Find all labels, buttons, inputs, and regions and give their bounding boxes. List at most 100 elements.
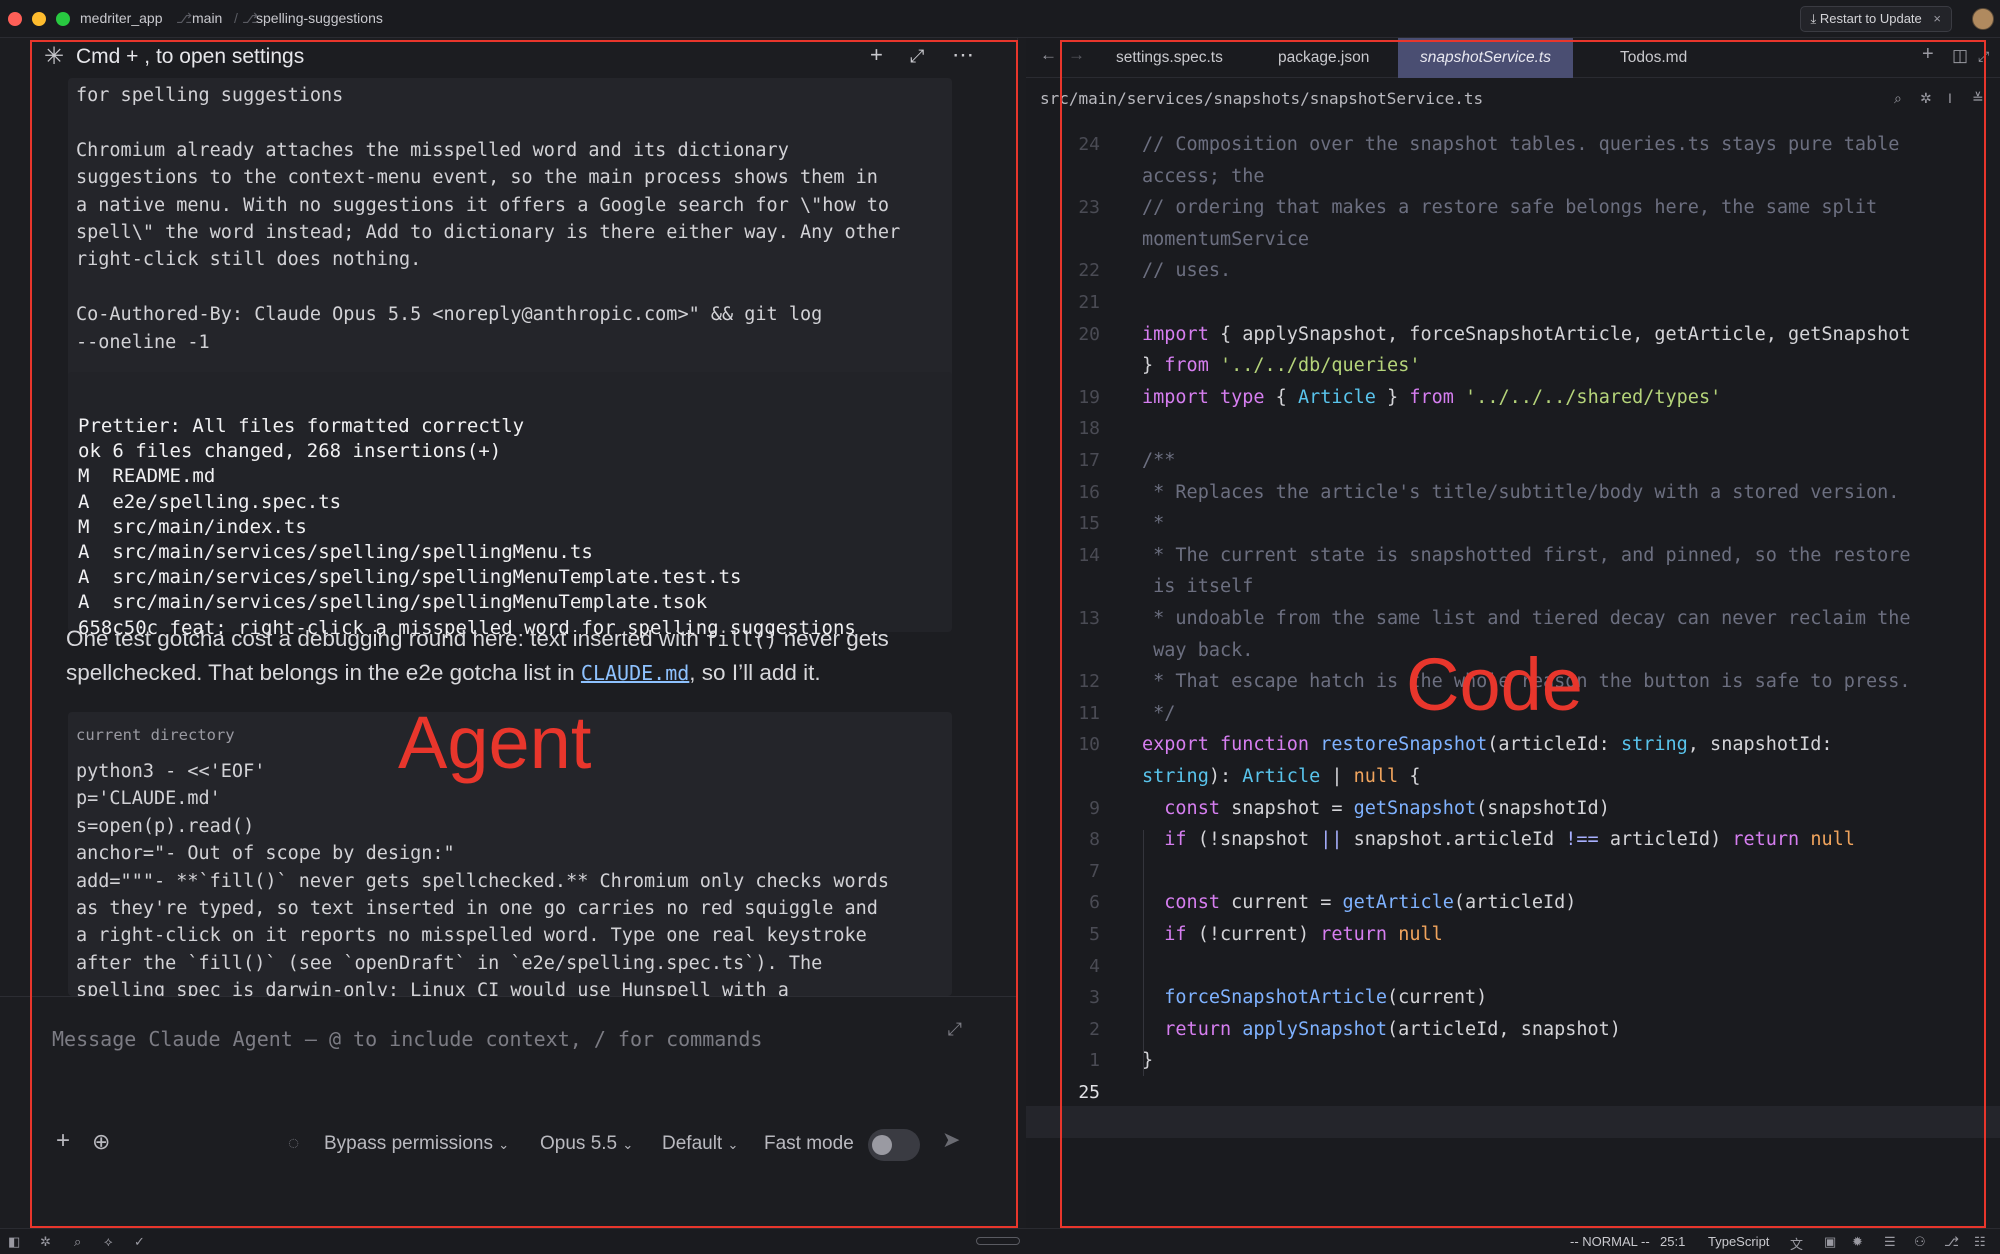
tab-todos[interactable]: Todos.md [1598,38,1709,78]
code-token: if [1164,829,1187,851]
chevron-down-icon: ⌄ [498,1137,510,1152]
code-token: // uses. [1142,260,1232,282]
worktree-name[interactable]: spelling-suggestions [256,10,383,26]
search-icon[interactable]: ⌕ [74,1234,81,1250]
line-number: 11 [1078,702,1100,724]
line-number: 22 [1078,260,1100,282]
search-icon[interactable]: ⌕ [1894,90,1902,107]
expand-icon[interactable]: ⤢ [910,46,924,67]
close-window-button[interactable] [8,12,22,26]
script-line: as they're typed, so text inserted in on… [76,898,878,920]
pane-resize-handle[interactable] [976,1237,1020,1245]
code-token: access; the [1142,165,1265,187]
line-number: 6 [1089,892,1100,914]
split-pane-icon[interactable]: ◫ [1952,46,1968,66]
line-number: 20 [1078,323,1100,345]
code-line: access; the [1142,166,1265,187]
commit-message-line [76,274,900,301]
branch-name[interactable]: main [192,10,222,26]
target-icon[interactable]: ⊕ [92,1129,110,1155]
language-mode[interactable]: TypeScript [1708,1234,1769,1249]
code-line: momentumService [1142,229,1309,250]
editor-pane: ← → settings.spec.ts package.json snapsh… [1026,38,2000,1228]
code-token: restoreSnapshot [1320,734,1488,756]
tab-package-json[interactable]: package.json [1256,38,1391,78]
code-line: if (!snapshot || snapshot.articleId !== … [1142,829,1855,850]
cursor-position[interactable]: 25:1 [1660,1234,1685,1249]
code-token: (snapshotId) [1476,797,1610,819]
mode-dropdown[interactable]: Default ⌄ [662,1133,738,1155]
sparkle-icon[interactable]: ✲ [40,1234,51,1250]
sparkle-icon[interactable]: ✲ [1920,90,1932,107]
expand-icon[interactable]: ⤢ [1978,48,1989,65]
code-token: forceSnapshotArticle [1164,987,1388,1009]
text-cursor-icon[interactable]: I [1948,90,1952,106]
forward-arrow-icon[interactable]: → [1068,45,1085,65]
code-token: is itself [1142,576,1254,598]
settings-sliders-icon[interactable]: ≚ [1972,90,1984,107]
translate-icon[interactable]: 文 [1790,1234,1803,1253]
file-link[interactable]: CLAUDE.md [581,661,689,685]
commit-message-line: suggestions to the context-menu event, s… [76,167,878,189]
code-line: * undoable from the same list and tiered… [1142,608,1910,629]
commit-message-line: a native menu. With no suggestions it of… [76,194,890,216]
code-token: Article [1242,766,1321,787]
code-annotation-label: Code [1406,643,1583,726]
commit-message-line: for spelling suggestions [76,85,344,106]
output-line: M README.md [78,465,216,488]
list-icon[interactable]: ☰ [1884,1234,1896,1250]
permissions-dropdown[interactable]: Bypass permissions ⌄ [324,1133,509,1155]
message-input[interactable]: Message Claude Agent — @ to include cont… [52,1027,762,1051]
sidebar-toggle-icon[interactable]: ◧ [8,1234,20,1250]
project-name[interactable]: medriter_app [80,10,163,26]
tab-snapshot-service[interactable]: snapshotService.ts [1398,38,1573,78]
restart-to-update-button[interactable]: ⤓ Restart to Update × [1799,6,1952,32]
breadcrumb: src/main/services/snapshots/snapshotServ… [1026,78,2000,118]
code-token: { [1398,766,1421,787]
new-chat-button[interactable]: + [870,42,883,68]
line-number: 14 [1078,544,1100,566]
code-token: from [1409,386,1454,408]
agent-message: One test gotcha cost a debugging round h… [66,622,966,690]
code-token: { [1264,386,1298,408]
script-line: add="""- **`fill()` never gets spellchec… [76,870,890,892]
code-line: // uses. [1142,260,1231,281]
avatar[interactable] [1972,8,1994,30]
send-icon[interactable]: ➤ [942,1127,960,1153]
code-token: getArticle [1342,892,1454,914]
fast-mode-label: Fast mode [764,1133,854,1154]
file-path: src/main/services/snapshots/snapshotServ… [1040,89,1484,108]
new-tab-button[interactable]: + [1922,43,1934,66]
terminal-icon[interactable]: ▣ [1824,1234,1836,1250]
debug-icon[interactable]: ✹ [1852,1234,1863,1250]
back-arrow-icon[interactable]: ← [1040,45,1057,65]
zoom-window-button[interactable] [56,12,70,26]
code-token: ): [1208,766,1243,787]
code-token: (articleId, snapshot) [1387,1018,1621,1040]
model-dropdown[interactable]: Opus 5.5 ⌄ [540,1133,633,1155]
commit-message-line: right-click still does nothing. [76,249,422,271]
fast-mode-toggle[interactable] [868,1129,920,1161]
more-options-icon[interactable]: ⋯ [952,42,974,68]
tab-settings-spec[interactable]: settings.spec.ts [1094,38,1245,78]
check-icon[interactable]: ✓ [134,1234,145,1250]
git-icon[interactable]: ⟡ [104,1234,113,1250]
line-number: 12 [1078,671,1100,693]
divider: / [234,10,238,26]
chevron-down-icon: ⌄ [622,1137,634,1152]
title-bar: medriter_app ⎇ main / ⎇ spelling-suggest… [0,0,2000,38]
minimize-window-button[interactable] [32,12,46,26]
branch-icon[interactable]: ⎇ [1944,1234,1959,1250]
output-line: Prettier: All files formatted correctly [78,415,525,437]
download-icon: ⤓ [1810,11,1817,26]
people-icon[interactable]: ⚇ [1914,1234,1926,1250]
line-number: 8 [1089,829,1100,851]
expand-input-icon[interactable]: ⤢ [948,1019,962,1040]
add-attachment-button[interactable]: + [56,1127,70,1155]
outline-icon[interactable]: ☷ [1974,1234,1986,1250]
close-icon[interactable]: × [1933,11,1941,26]
